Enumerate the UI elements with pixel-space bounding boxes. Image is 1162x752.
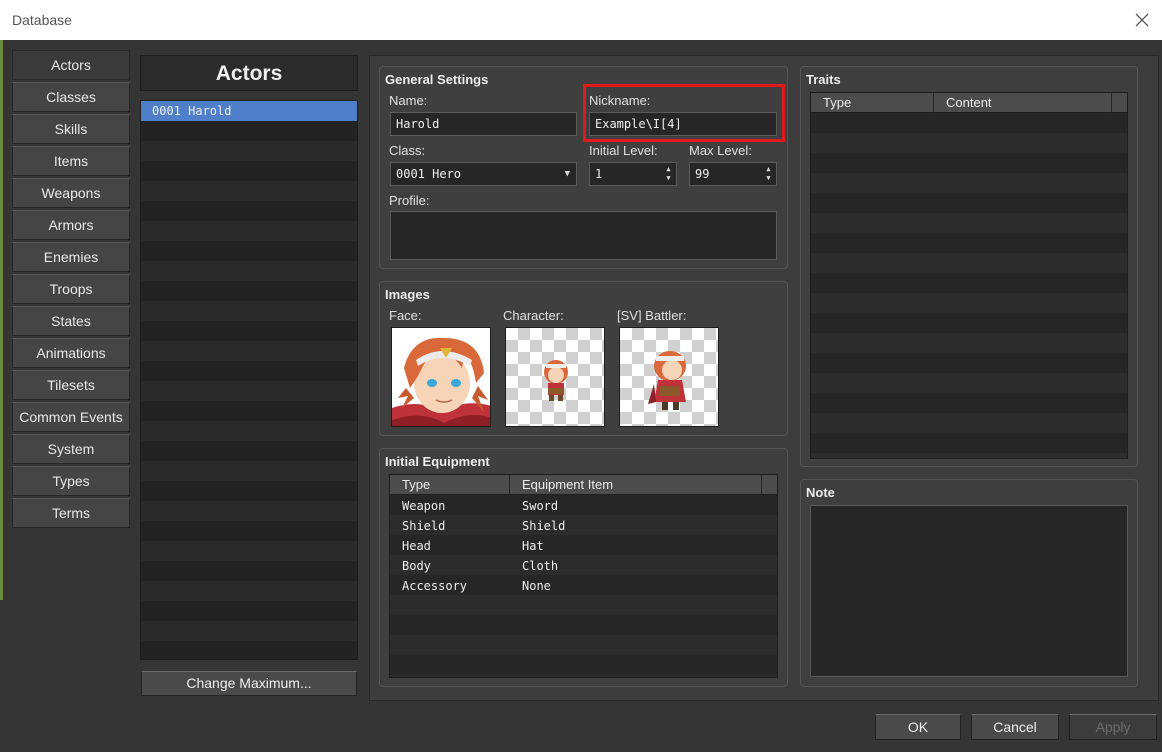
cell-item: None [522, 579, 551, 593]
tab-common-events[interactable]: Common Events [12, 402, 130, 432]
chevron-down-icon: ▼ [564, 169, 570, 179]
column-content[interactable]: Content [934, 93, 1112, 113]
tab-states[interactable]: States [12, 306, 130, 336]
background-edge [0, 40, 3, 600]
tab-system[interactable]: System [12, 434, 130, 464]
class-select[interactable]: 0001 Hero ▼ [390, 162, 577, 186]
actors-list[interactable]: 0001 Harold [140, 100, 358, 660]
character-sprite-icon [544, 360, 568, 401]
initial-level-label: Initial Level: [589, 143, 658, 158]
database-window: Database Actors Classes Skills Items Wea… [0, 0, 1162, 752]
tab-skills[interactable]: Skills [12, 114, 130, 144]
column-type[interactable]: Type [811, 93, 934, 113]
table-row[interactable]: Head Hat [390, 536, 777, 556]
character-image[interactable] [505, 327, 605, 427]
apply-button[interactable]: Apply [1069, 714, 1157, 740]
table-row[interactable]: Body Cloth [390, 556, 777, 576]
note-textarea[interactable] [810, 505, 1128, 677]
face-label: Face: [389, 308, 422, 323]
traits-table-header: Type Content [811, 93, 1127, 113]
window-title: Database [12, 12, 72, 28]
cell-type: Accessory [402, 579, 468, 593]
max-level-value: 99 [695, 167, 710, 181]
column-equipment-item[interactable]: Equipment Item [510, 475, 762, 495]
profile-textarea[interactable] [390, 211, 777, 260]
spin-arrows-icon[interactable]: ▲ ▼ [764, 165, 773, 183]
tab-actors[interactable]: Actors [12, 50, 130, 80]
battler-label: [SV] Battler: [617, 308, 687, 323]
class-select-value: 0001 Hero [396, 167, 462, 181]
close-icon[interactable] [1130, 8, 1154, 32]
tab-weapons[interactable]: Weapons [12, 178, 130, 208]
traits-table[interactable]: Type Content [810, 92, 1128, 459]
images-title: Images [385, 287, 430, 302]
max-level-stepper[interactable]: 99 ▲ ▼ [689, 162, 777, 186]
tab-types[interactable]: Types [12, 466, 130, 496]
column-type[interactable]: Type [390, 475, 510, 495]
initial-equipment-title: Initial Equipment [385, 454, 490, 469]
change-maximum-button[interactable]: Change Maximum... [141, 671, 357, 696]
cell-type: Body [402, 559, 431, 573]
equipment-table[interactable]: Type Equipment Item Weapon Sword Shield … [389, 474, 778, 678]
cancel-button[interactable]: Cancel [971, 714, 1059, 740]
traits-title: Traits [806, 72, 841, 87]
max-level-label: Max Level: [689, 143, 752, 158]
cell-item: Cloth [522, 559, 559, 573]
cell-item: Shield [522, 519, 566, 533]
battler-sprite-icon [648, 351, 686, 410]
face-portrait-icon [392, 328, 490, 426]
face-image[interactable] [391, 327, 491, 427]
tab-classes[interactable]: Classes [12, 82, 130, 112]
sv-battler-image[interactable] [619, 327, 719, 427]
tab-terms[interactable]: Terms [12, 498, 130, 528]
tab-armors[interactable]: Armors [12, 210, 130, 240]
class-label: Class: [389, 143, 426, 158]
spin-arrows-icon[interactable]: ▲ ▼ [664, 165, 673, 183]
name-field[interactable]: Harold [390, 112, 577, 136]
highlight-box [583, 84, 785, 142]
cell-type: Head [402, 539, 431, 553]
cell-type: Shield [402, 519, 446, 533]
table-row[interactable]: Weapon Sword [390, 496, 777, 516]
cell-item: Hat [522, 539, 544, 553]
cell-type: Weapon [402, 499, 446, 513]
ok-button[interactable]: OK [875, 714, 961, 740]
tab-troops[interactable]: Troops [12, 274, 130, 304]
cell-item: Sword [522, 499, 559, 513]
note-title: Note [806, 485, 835, 500]
name-label: Name: [389, 93, 428, 108]
title-bar: Database [0, 0, 1162, 40]
initial-level-stepper[interactable]: 1 ▲ ▼ [589, 162, 677, 186]
equipment-table-header: Type Equipment Item [390, 475, 777, 495]
tab-enemies[interactable]: Enemies [12, 242, 130, 272]
profile-label: Profile: [389, 193, 430, 208]
tab-items[interactable]: Items [12, 146, 130, 176]
list-item[interactable]: 0001 Harold [141, 101, 357, 121]
character-label: Character: [503, 308, 564, 323]
actors-list-header: Actors [140, 55, 358, 91]
initial-level-value: 1 [595, 167, 603, 181]
tab-tilesets[interactable]: Tilesets [12, 370, 130, 400]
general-settings-title: General Settings [385, 72, 489, 87]
table-row[interactable]: Shield Shield [390, 516, 777, 536]
tab-animations[interactable]: Animations [12, 338, 130, 368]
table-row[interactable]: Accessory None [390, 576, 777, 596]
